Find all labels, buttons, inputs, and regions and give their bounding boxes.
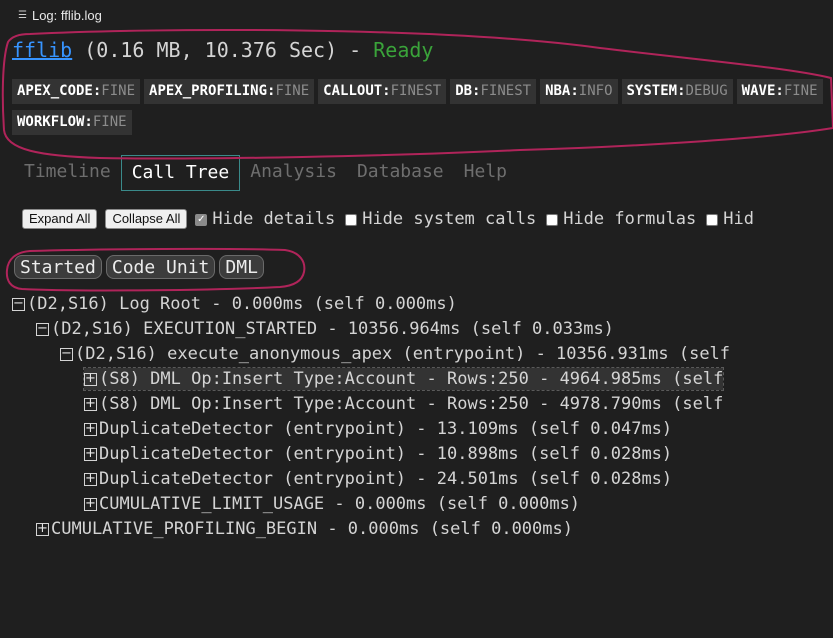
level-system: SYSTEM:DEBUG: [621, 79, 733, 104]
tree-row-duplicate-detector-1[interactable]: + DuplicateDetector (entrypoint) - 13.10…: [84, 418, 672, 440]
tab-timeline[interactable]: Timeline: [14, 155, 121, 189]
editor-tab-title[interactable]: ☰ Log: fflib.log: [0, 0, 833, 30]
level-value: DEBUG: [685, 83, 728, 99]
level-value: FINE: [101, 83, 136, 99]
tree-row-text: CUMULATIVE_PROFILING_BEGIN - 0.000ms (se…: [51, 519, 573, 539]
tree-row-dml-insert-2[interactable]: + (S8) DML Op:Insert Type:Account - Rows…: [84, 393, 723, 415]
level-name: WORKFLOW:: [17, 114, 93, 130]
tree-row-text: (S8) DML Op:Insert Type:Account - Rows:2…: [99, 369, 724, 389]
tree-row-duplicate-detector-3[interactable]: + DuplicateDetector (entrypoint) - 24.50…: [84, 468, 672, 490]
expand-icon[interactable]: +: [84, 447, 97, 461]
tree-row-cumulative-profiling[interactable]: + CUMULATIVE_PROFILING_BEGIN - 0.000ms (…: [36, 518, 573, 540]
collapse-icon[interactable]: −: [12, 297, 25, 311]
level-name: DB:: [455, 83, 481, 99]
hide-details-label: Hide details: [212, 209, 336, 229]
filter-pills: Started Code Unit DML: [14, 255, 264, 279]
hide-details-toggle[interactable]: ✓ Hide details: [195, 209, 335, 229]
level-value: FINEST: [390, 83, 442, 99]
log-status: Ready: [373, 38, 434, 62]
editor-tab-label: Log: fflib.log: [31, 7, 102, 23]
level-value: FINE: [275, 83, 310, 99]
hide-formulas-toggle[interactable]: Hide formulas: [546, 209, 696, 229]
level-value: INFO: [578, 83, 613, 99]
level-value: FINE: [783, 83, 818, 99]
hide-system-calls-toggle[interactable]: Hide system calls: [345, 209, 536, 229]
expand-icon[interactable]: +: [84, 497, 97, 511]
level-name: WAVE:: [741, 83, 784, 99]
expand-icon[interactable]: +: [36, 522, 49, 536]
expand-icon[interactable]: +: [84, 397, 97, 411]
level-name: SYSTEM:: [626, 83, 686, 99]
level-apex-code: APEX_CODE:FINE: [12, 79, 141, 104]
tree-row-text: (D2,S16) EXECUTION_STARTED - 10356.964ms…: [51, 319, 614, 339]
tree-row-duplicate-detector-2[interactable]: + DuplicateDetector (entrypoint) - 10.89…: [84, 443, 672, 465]
tree-row-text: CUMULATIVE_LIMIT_USAGE - 0.000ms (self 0…: [99, 494, 581, 514]
level-workflow: WORKFLOW:FINE: [12, 110, 132, 135]
filter-code-unit[interactable]: Code Unit: [105, 255, 216, 279]
log-details: (0.16 MB, 10.376 Sec) -: [72, 38, 374, 62]
level-value: FINE: [92, 114, 127, 130]
checkbox-checked-icon[interactable]: ✓: [195, 214, 208, 226]
expand-icon[interactable]: +: [84, 472, 97, 486]
level-name: APEX_PROFILING:: [149, 83, 276, 99]
expand-all-button[interactable]: Expand All: [22, 209, 98, 229]
tree-row-text: (D2,S16) Log Root - 0.000ms (self 0.000m…: [27, 294, 457, 314]
level-apex-profiling: APEX_PROFILING:FINE: [144, 79, 315, 104]
tree-row-text: DuplicateDetector (entrypoint) - 24.501m…: [99, 469, 673, 489]
checkbox-unchecked-icon[interactable]: [706, 214, 719, 226]
level-callout: CALLOUT:FINEST: [318, 79, 447, 104]
filter-started[interactable]: Started: [14, 255, 102, 279]
collapse-icon[interactable]: −: [36, 322, 49, 336]
checkbox-unchecked-icon[interactable]: [345, 214, 358, 226]
hide-more-label: Hid: [723, 209, 754, 229]
view-tabs: Timeline Call Tree Analysis Database Hel…: [14, 155, 517, 191]
tab-analysis[interactable]: Analysis: [240, 155, 347, 189]
tree-row-text: (D2,S16) execute_anonymous_apex (entrypo…: [75, 344, 731, 364]
collapse-icon[interactable]: −: [60, 347, 73, 361]
tree-row-text: DuplicateDetector (entrypoint) - 10.898m…: [99, 444, 673, 464]
level-name: CALLOUT:: [323, 83, 391, 99]
hide-formulas-label: Hide formulas: [563, 209, 697, 229]
tree-row-execution-started[interactable]: − (D2,S16) EXECUTION_STARTED - 10356.964…: [36, 318, 614, 340]
tree-row-cumulative-limit[interactable]: + CUMULATIVE_LIMIT_USAGE - 0.000ms (self…: [84, 493, 580, 515]
hide-more-toggle[interactable]: Hid: [706, 209, 754, 229]
tab-help[interactable]: Help: [454, 155, 517, 189]
expand-icon[interactable]: +: [84, 372, 97, 386]
log-header: fflib (0.16 MB, 10.376 Sec) - Ready: [12, 38, 433, 62]
tab-call-tree[interactable]: Call Tree: [120, 155, 241, 191]
log-name-link[interactable]: fflib: [12, 38, 72, 62]
tree-row-execute-anonymous[interactable]: − (D2,S16) execute_anonymous_apex (entry…: [60, 343, 730, 365]
tree-row-text: (S8) DML Op:Insert Type:Account - Rows:2…: [99, 394, 724, 414]
tree-row-log-root[interactable]: − (D2,S16) Log Root - 0.000ms (self 0.00…: [12, 293, 457, 315]
collapse-all-button[interactable]: Collapse All: [105, 209, 188, 229]
level-wave: WAVE:FINE: [736, 79, 823, 104]
level-value: FINEST: [480, 83, 532, 99]
checkbox-unchecked-icon[interactable]: [546, 214, 559, 226]
level-nba: NBA:INFO: [540, 79, 618, 104]
tree-controls: Expand All Collapse All ✓ Hide details Hi…: [22, 209, 764, 229]
hide-system-calls-label: Hide system calls: [362, 209, 537, 229]
tree-row-dml-insert-1[interactable]: + (S8) DML Op:Insert Type:Account - Rows…: [82, 367, 725, 391]
log-file-icon: ☰: [18, 9, 27, 21]
level-name: NBA:: [545, 83, 579, 99]
tree-row-text: DuplicateDetector (entrypoint) - 13.109m…: [99, 419, 673, 439]
tab-database[interactable]: Database: [347, 155, 454, 189]
level-name: APEX_CODE:: [17, 83, 102, 99]
log-levels: APEX_CODE:FINE APEX_PROFILING:FINE CALLO…: [12, 79, 833, 135]
level-db: DB:FINEST: [450, 79, 537, 104]
expand-icon[interactable]: +: [84, 422, 97, 436]
filter-dml[interactable]: DML: [219, 255, 264, 279]
